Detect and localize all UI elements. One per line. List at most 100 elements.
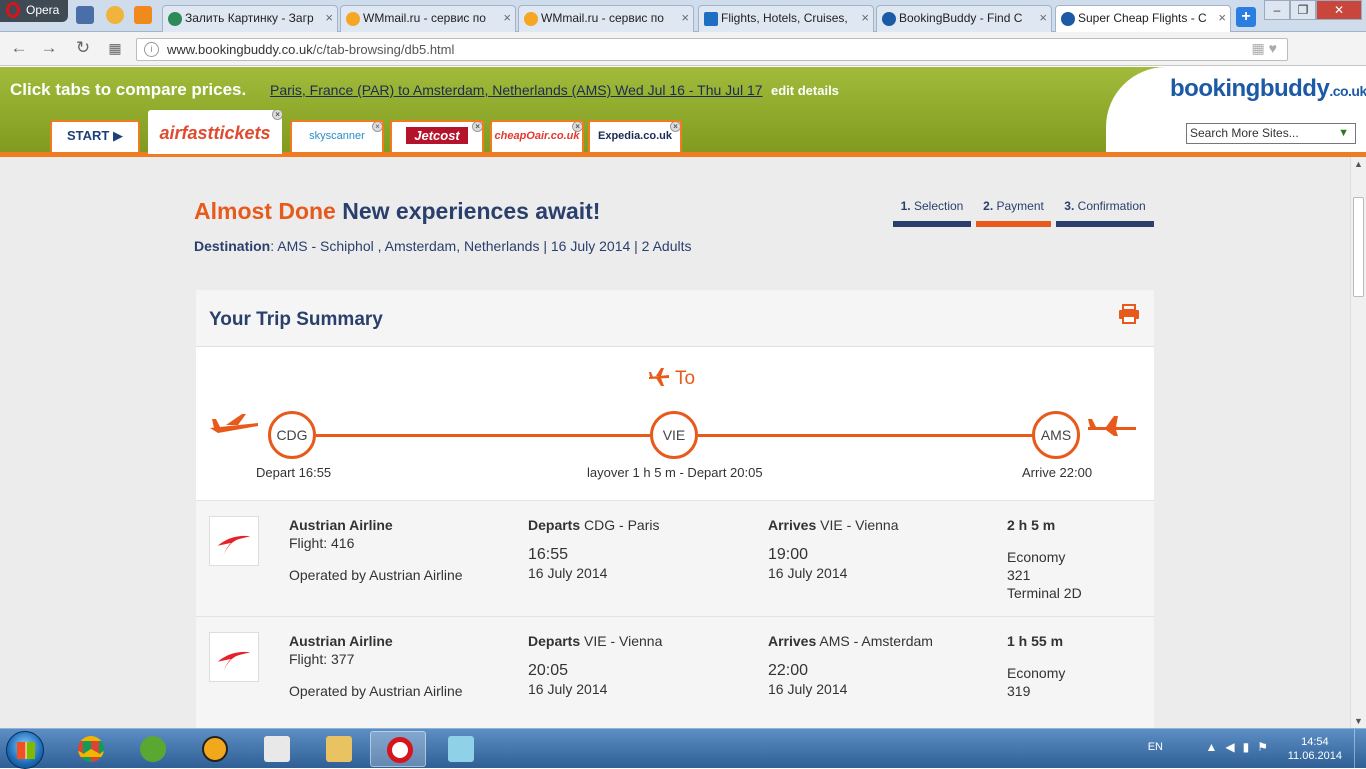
arrival-date: 16 July 2014	[768, 681, 848, 697]
departure-date: 16 July 2014	[528, 681, 608, 697]
close-window-button[interactable]: ✕	[1316, 0, 1362, 20]
step-payment: 2. Payment	[976, 198, 1051, 227]
arrival-place: AMS - Amsterdam	[819, 633, 933, 649]
system-clock[interactable]: 14:54 11.06.2014	[1288, 735, 1342, 763]
page-scrollbar[interactable]: ▲ ▼	[1350, 157, 1366, 728]
departure-place: CDG - Paris	[584, 517, 660, 533]
flight-number: 377	[331, 651, 355, 667]
back-icon[interactable]: ←	[8, 38, 30, 60]
cabin-class: Economy	[1007, 665, 1066, 681]
maximize-window-button[interactable]: ❐	[1290, 0, 1316, 20]
route-details-link[interactable]: Paris, France (PAR) to Amsterdam, Nether…	[270, 82, 763, 98]
tab-zalit-kartinku[interactable]: Залить Картинку - Загр ×	[162, 5, 338, 32]
close-tab-icon[interactable]: ×	[503, 10, 511, 25]
taskbar-notepad[interactable]	[432, 731, 488, 767]
opera-icon	[387, 737, 413, 763]
opera-menu-button[interactable]: Opera	[0, 0, 68, 22]
taskbar-solitaire[interactable]	[248, 731, 304, 767]
arrival-place: VIE - Vienna	[820, 517, 899, 533]
terminal: Terminal 2D	[1007, 585, 1082, 601]
flight-number: 416	[331, 535, 355, 551]
austrian-airlines-logo	[209, 632, 259, 682]
reload-icon[interactable]: ↻	[72, 38, 94, 60]
new-tab-button[interactable]: +	[1236, 7, 1256, 27]
taskbar-chrome[interactable]	[62, 731, 118, 767]
layover-caption: layover 1 h 5 m - Depart 20:05	[587, 465, 763, 480]
bookingbuddy-header: Click tabs to compare prices. Paris, Fra…	[0, 67, 1366, 157]
provider-tab-jetcost[interactable]: Jetcost ×	[390, 120, 484, 152]
close-tab-icon[interactable]: ×	[861, 10, 869, 25]
arrival-date: 16 July 2014	[768, 565, 848, 581]
search-more-sites-select[interactable]: Search More Sites... ▼	[1186, 123, 1356, 144]
scrollbar-thumb[interactable]	[1353, 197, 1364, 297]
address-toolbar: ← → ↻ ▦ i www.bookingbuddy.co.uk/c/tab-b…	[0, 32, 1366, 92]
notepad-icon	[448, 736, 474, 762]
language-indicator[interactable]: EN	[1148, 741, 1163, 753]
provider-tab-start[interactable]: START ▶	[50, 120, 140, 152]
scroll-up-icon[interactable]: ▲	[1354, 159, 1363, 169]
arrive-caption: Arrive 22:00	[1022, 465, 1093, 480]
provider-tab-skyscanner[interactable]: skyscanner ×	[290, 120, 384, 152]
close-tab-icon[interactable]: ×	[325, 10, 333, 25]
arrival-time: 19:00	[768, 546, 809, 563]
close-provider-icon[interactable]: ×	[372, 122, 382, 132]
flight-duration: 1 h 55 m	[1007, 633, 1064, 649]
operated-by: Operated by Austrian Airline	[289, 567, 463, 583]
tab-bookingbuddy[interactable]: BookingBuddy - Find C ×	[876, 5, 1052, 32]
utorrent-icon	[140, 736, 166, 762]
tab-favicon-icon	[168, 12, 182, 26]
forward-icon[interactable]: →	[38, 38, 60, 60]
airline-name: Austrian Airline	[289, 633, 393, 649]
arrival-time: 22:00	[768, 662, 809, 679]
tab-flights-hotels[interactable]: Flights, Hotels, Cruises, ×	[698, 5, 874, 32]
close-provider-icon[interactable]: ×	[572, 122, 582, 132]
close-provider-icon[interactable]: ×	[472, 122, 482, 132]
tab-wmmail-2[interactable]: WMmail.ru - сервис по ×	[518, 5, 694, 32]
taskbar-explorer[interactable]	[310, 731, 366, 767]
speed-dial-icon[interactable]	[106, 6, 124, 24]
start-button[interactable]	[6, 731, 44, 769]
tab-super-cheap-flights[interactable]: Super Cheap Flights - C ×	[1055, 5, 1231, 33]
compare-prices-heading: Click tabs to compare prices.	[10, 80, 247, 99]
minimize-window-button[interactable]: –	[1264, 0, 1290, 20]
address-input[interactable]: i www.bookingbuddy.co.uk/c/tab-browsing/…	[136, 38, 1288, 61]
cabin-class: Economy	[1007, 549, 1066, 565]
close-provider-icon[interactable]: ×	[670, 122, 680, 132]
close-tab-icon[interactable]: ×	[1218, 10, 1226, 25]
folder-icon	[326, 736, 352, 762]
provider-tab-airfasttickets[interactable]: airfasttickets ×	[148, 110, 282, 154]
tray-icons[interactable]: ▲◀▮⚑	[1206, 740, 1276, 754]
taskbar-opera[interactable]	[370, 731, 426, 767]
tab-wmmail-1[interactable]: WMmail.ru - сервис по ×	[340, 5, 516, 32]
bookmark-a-icon[interactable]	[134, 6, 152, 24]
provider-tab-expedia[interactable]: Expedia.co.uk ×	[588, 120, 682, 152]
address-bar-actions-icon[interactable]: ▦♥	[1251, 40, 1281, 57]
flight-segment: Austrian Airline Flight: 416 Operated by…	[196, 500, 1154, 616]
austrian-airlines-logo	[209, 516, 259, 566]
dropdown-arrow-icon: ▼	[1338, 127, 1349, 139]
bookingbuddy-logo[interactable]: bookingbuddy.co.uk	[1170, 75, 1366, 103]
print-icon[interactable]	[1118, 304, 1140, 324]
departure-time: 16:55	[528, 546, 569, 563]
site-info-icon[interactable]: i	[144, 42, 159, 57]
tab-favicon-icon	[704, 12, 718, 26]
show-desktop-button[interactable]	[1354, 729, 1366, 769]
speed-dial-grid-icon[interactable]: ▦	[104, 38, 126, 60]
provider-tab-cheapoair[interactable]: cheapOair.co.uk ×	[490, 120, 584, 152]
close-tab-icon[interactable]: ×	[1039, 10, 1047, 25]
taskbar-aimp[interactable]	[186, 731, 242, 767]
plane-icon	[649, 368, 669, 386]
close-tab-icon[interactable]: ×	[681, 10, 689, 25]
stop-vie: VIE	[650, 411, 698, 459]
chrome-icon	[78, 736, 104, 762]
step-confirmation: 3. Confirmation	[1056, 198, 1154, 227]
edit-details-link[interactable]: edit details	[771, 83, 839, 98]
departure-plane-icon	[210, 414, 258, 433]
trip-summary-panel: Your Trip Summary CDG VIE AMS Depart 16:…	[196, 290, 1154, 728]
close-provider-icon[interactable]: ×	[272, 110, 282, 120]
browser-tab-bar: Opera Залить Картинку - Загр × WMmail.ru …	[0, 0, 1366, 33]
taskbar-utorrent[interactable]	[124, 731, 180, 767]
scroll-down-icon[interactable]: ▼	[1354, 716, 1363, 726]
panel-toggle-icon[interactable]	[76, 6, 94, 24]
trip-summary-header: Your Trip Summary	[196, 290, 1154, 347]
